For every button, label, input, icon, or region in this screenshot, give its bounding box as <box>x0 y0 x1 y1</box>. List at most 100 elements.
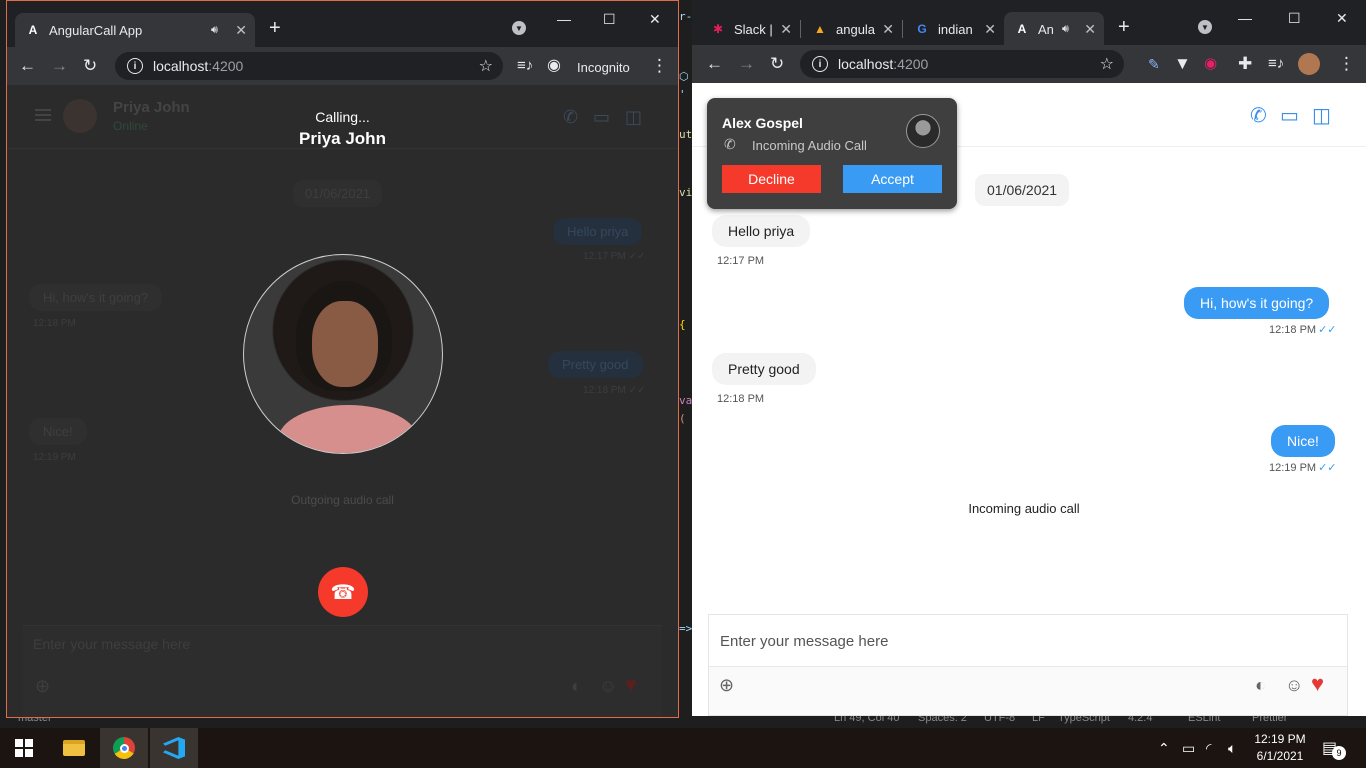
message-bubble: Pretty good <box>712 353 816 385</box>
bookmark-star-icon[interactable]: ☆ <box>1100 54 1114 74</box>
call-status-text: Outgoing audio call <box>291 493 394 507</box>
message-bubble: Hello priya <box>553 218 643 245</box>
vue-devtools-icon[interactable]: ▼ <box>1174 54 1191 74</box>
end-call-button[interactable]: ☎ <box>318 567 368 617</box>
theme-icon[interactable]: ◐ <box>1255 675 1266 696</box>
message-bubble: Pretty good <box>548 351 643 378</box>
close-icon[interactable]: ✕ <box>882 21 894 38</box>
extension-icon[interactable]: ◉ <box>1204 54 1217 74</box>
menu-dots-icon[interactable]: ⋮ <box>1338 54 1355 74</box>
tab-search-icon[interactable]: ▼ <box>512 21 526 35</box>
tab-slack[interactable]: ✱ Slack | ✕ <box>700 12 800 46</box>
google-icon: G <box>917 22 927 36</box>
close-icon[interactable]: ✕ <box>984 21 996 38</box>
folder-icon <box>63 740 85 756</box>
message-bubble: Hello priya <box>712 215 811 247</box>
notification-center-button[interactable]: ▤ 9 <box>1322 738 1346 760</box>
bookmark-star-icon[interactable]: ☆ <box>479 56 493 76</box>
tab-angularcall-active[interactable]: A An 🔊︎ ✕ <box>1004 12 1104 46</box>
reload-icon[interactable]: ↻ <box>770 54 784 74</box>
menu-dots-icon[interactable]: ⋮ <box>651 56 668 76</box>
accept-button[interactable]: Accept <box>843 165 942 193</box>
clock-date: 6/1/2021 <box>1256 749 1304 763</box>
address-bar[interactable]: i localhost:4200 ☆ <box>115 52 503 80</box>
close-icon[interactable]: ✕ <box>235 22 247 39</box>
heart-icon[interactable]: ♥ <box>625 674 637 697</box>
window-close-icon[interactable]: ✕ <box>649 11 661 28</box>
forward-icon[interactable]: → <box>738 54 755 74</box>
address-bar[interactable]: i localhost:4200 ☆ <box>800 50 1124 78</box>
video-icon[interactable]: ▭ <box>1280 103 1299 128</box>
message-time: 12:17 PM <box>717 255 765 267</box>
minimize-icon[interactable]: — <box>557 11 571 27</box>
chrome-icon <box>113 737 135 759</box>
caller-avatar <box>906 114 940 148</box>
speaker-icon[interactable]: 🔊︎ <box>1062 23 1069 36</box>
caller-name: Alex Gospel <box>722 115 803 131</box>
calling-label: Calling... <box>315 109 370 125</box>
tray-chevron-icon[interactable]: ⌃ <box>1158 740 1170 757</box>
callee-photo <box>243 254 443 454</box>
clock-time: 12:19 PM <box>1254 732 1306 746</box>
tab-angular-firebase[interactable]: ▲ angula ✕ <box>802 12 902 46</box>
emoji-icon[interactable]: ☺ <box>1285 675 1303 696</box>
maximize-icon[interactable]: ☐ <box>603 11 616 28</box>
profile-avatar[interactable] <box>1298 53 1320 75</box>
chrome-taskbar-button[interactable] <box>100 728 148 768</box>
heart-icon[interactable]: ♥ <box>1311 671 1324 697</box>
extension-pen-icon[interactable]: ✎ <box>1148 54 1160 74</box>
incognito-label[interactable]: Incognito <box>577 58 630 78</box>
media-queue-icon[interactable]: ≡♪ <box>1268 54 1284 74</box>
system-clock[interactable]: 12:19 PM 6/1/2021 <box>1244 731 1316 765</box>
firebase-icon: ▲ <box>814 22 826 36</box>
reload-icon[interactable]: ↻ <box>83 56 97 76</box>
message-input[interactable]: Enter your message here <box>33 636 190 652</box>
decline-button[interactable]: Decline <box>722 165 821 193</box>
left-tab-bar: A AngularCall App 🔊︎ ✕ + ▼ — ☐ ✕ <box>7 1 678 47</box>
message-time: 12:19 PM <box>33 452 76 463</box>
phone-icon[interactable]: ✆ <box>1250 103 1267 128</box>
new-tab-button[interactable]: + <box>1118 16 1130 39</box>
tab-search-icon[interactable]: ▼ <box>1198 20 1212 34</box>
vscode-icon <box>163 737 185 759</box>
notification-badge: 9 <box>1332 746 1346 760</box>
sidebar-toggle-icon[interactable]: ◫ <box>1312 103 1331 128</box>
theme-icon[interactable]: ◐ <box>571 676 582 697</box>
wifi-icon[interactable]: ◜ <box>1206 740 1211 757</box>
message-bubble: Nice! <box>1271 425 1335 457</box>
message-input[interactable]: Enter your message here <box>709 615 1347 667</box>
message-time: 12:18 PM ✓✓ <box>583 385 646 396</box>
close-icon[interactable]: ✕ <box>1084 21 1096 38</box>
emoji-icon[interactable]: ☺ <box>599 676 617 697</box>
puzzle-icon[interactable]: ✚ <box>1238 54 1252 74</box>
info-icon[interactable]: i <box>127 58 143 74</box>
file-explorer-button[interactable] <box>50 728 98 768</box>
start-button[interactable] <box>0 728 48 768</box>
left-toolbar: ← → ↻ i localhost:4200 ☆ ≡♪ ◉ Incognito … <box>7 47 678 85</box>
callee-name: Priya John <box>299 129 386 148</box>
media-queue-icon[interactable]: ≡♪ <box>517 56 533 76</box>
url-port: :4200 <box>893 56 929 72</box>
info-icon[interactable]: i <box>812 56 828 72</box>
vscode-taskbar-button[interactable] <box>150 728 198 768</box>
back-icon[interactable]: ← <box>19 56 36 76</box>
windows-icon <box>15 739 33 757</box>
forward-icon[interactable]: → <box>51 56 68 76</box>
back-icon[interactable]: ← <box>706 54 723 74</box>
tab-google[interactable]: G indian ✕ <box>904 12 1004 46</box>
add-icon[interactable]: ⊕ <box>719 675 734 696</box>
minimize-icon[interactable]: — <box>1238 10 1252 26</box>
message-time: 12:18 PM ✓✓ <box>1269 324 1337 336</box>
close-icon[interactable]: ✕ <box>780 21 792 38</box>
new-tab-button[interactable]: + <box>269 17 281 40</box>
window-close-icon[interactable]: ✕ <box>1336 10 1348 27</box>
battery-icon[interactable]: ▭ <box>1182 740 1195 757</box>
call-status-text: Incoming audio call <box>968 501 1080 516</box>
tab-angularcall[interactable]: A AngularCall App 🔊︎ ✕ <box>15 13 255 47</box>
speaker-icon[interactable]: 🔊︎ <box>211 24 218 37</box>
add-icon[interactable]: ⊕ <box>35 676 50 697</box>
maximize-icon[interactable]: ☐ <box>1288 10 1301 27</box>
url-host: localhost <box>838 56 894 72</box>
volume-icon[interactable]: 🔈︎ <box>1228 740 1236 757</box>
angular-icon: A <box>28 23 38 37</box>
